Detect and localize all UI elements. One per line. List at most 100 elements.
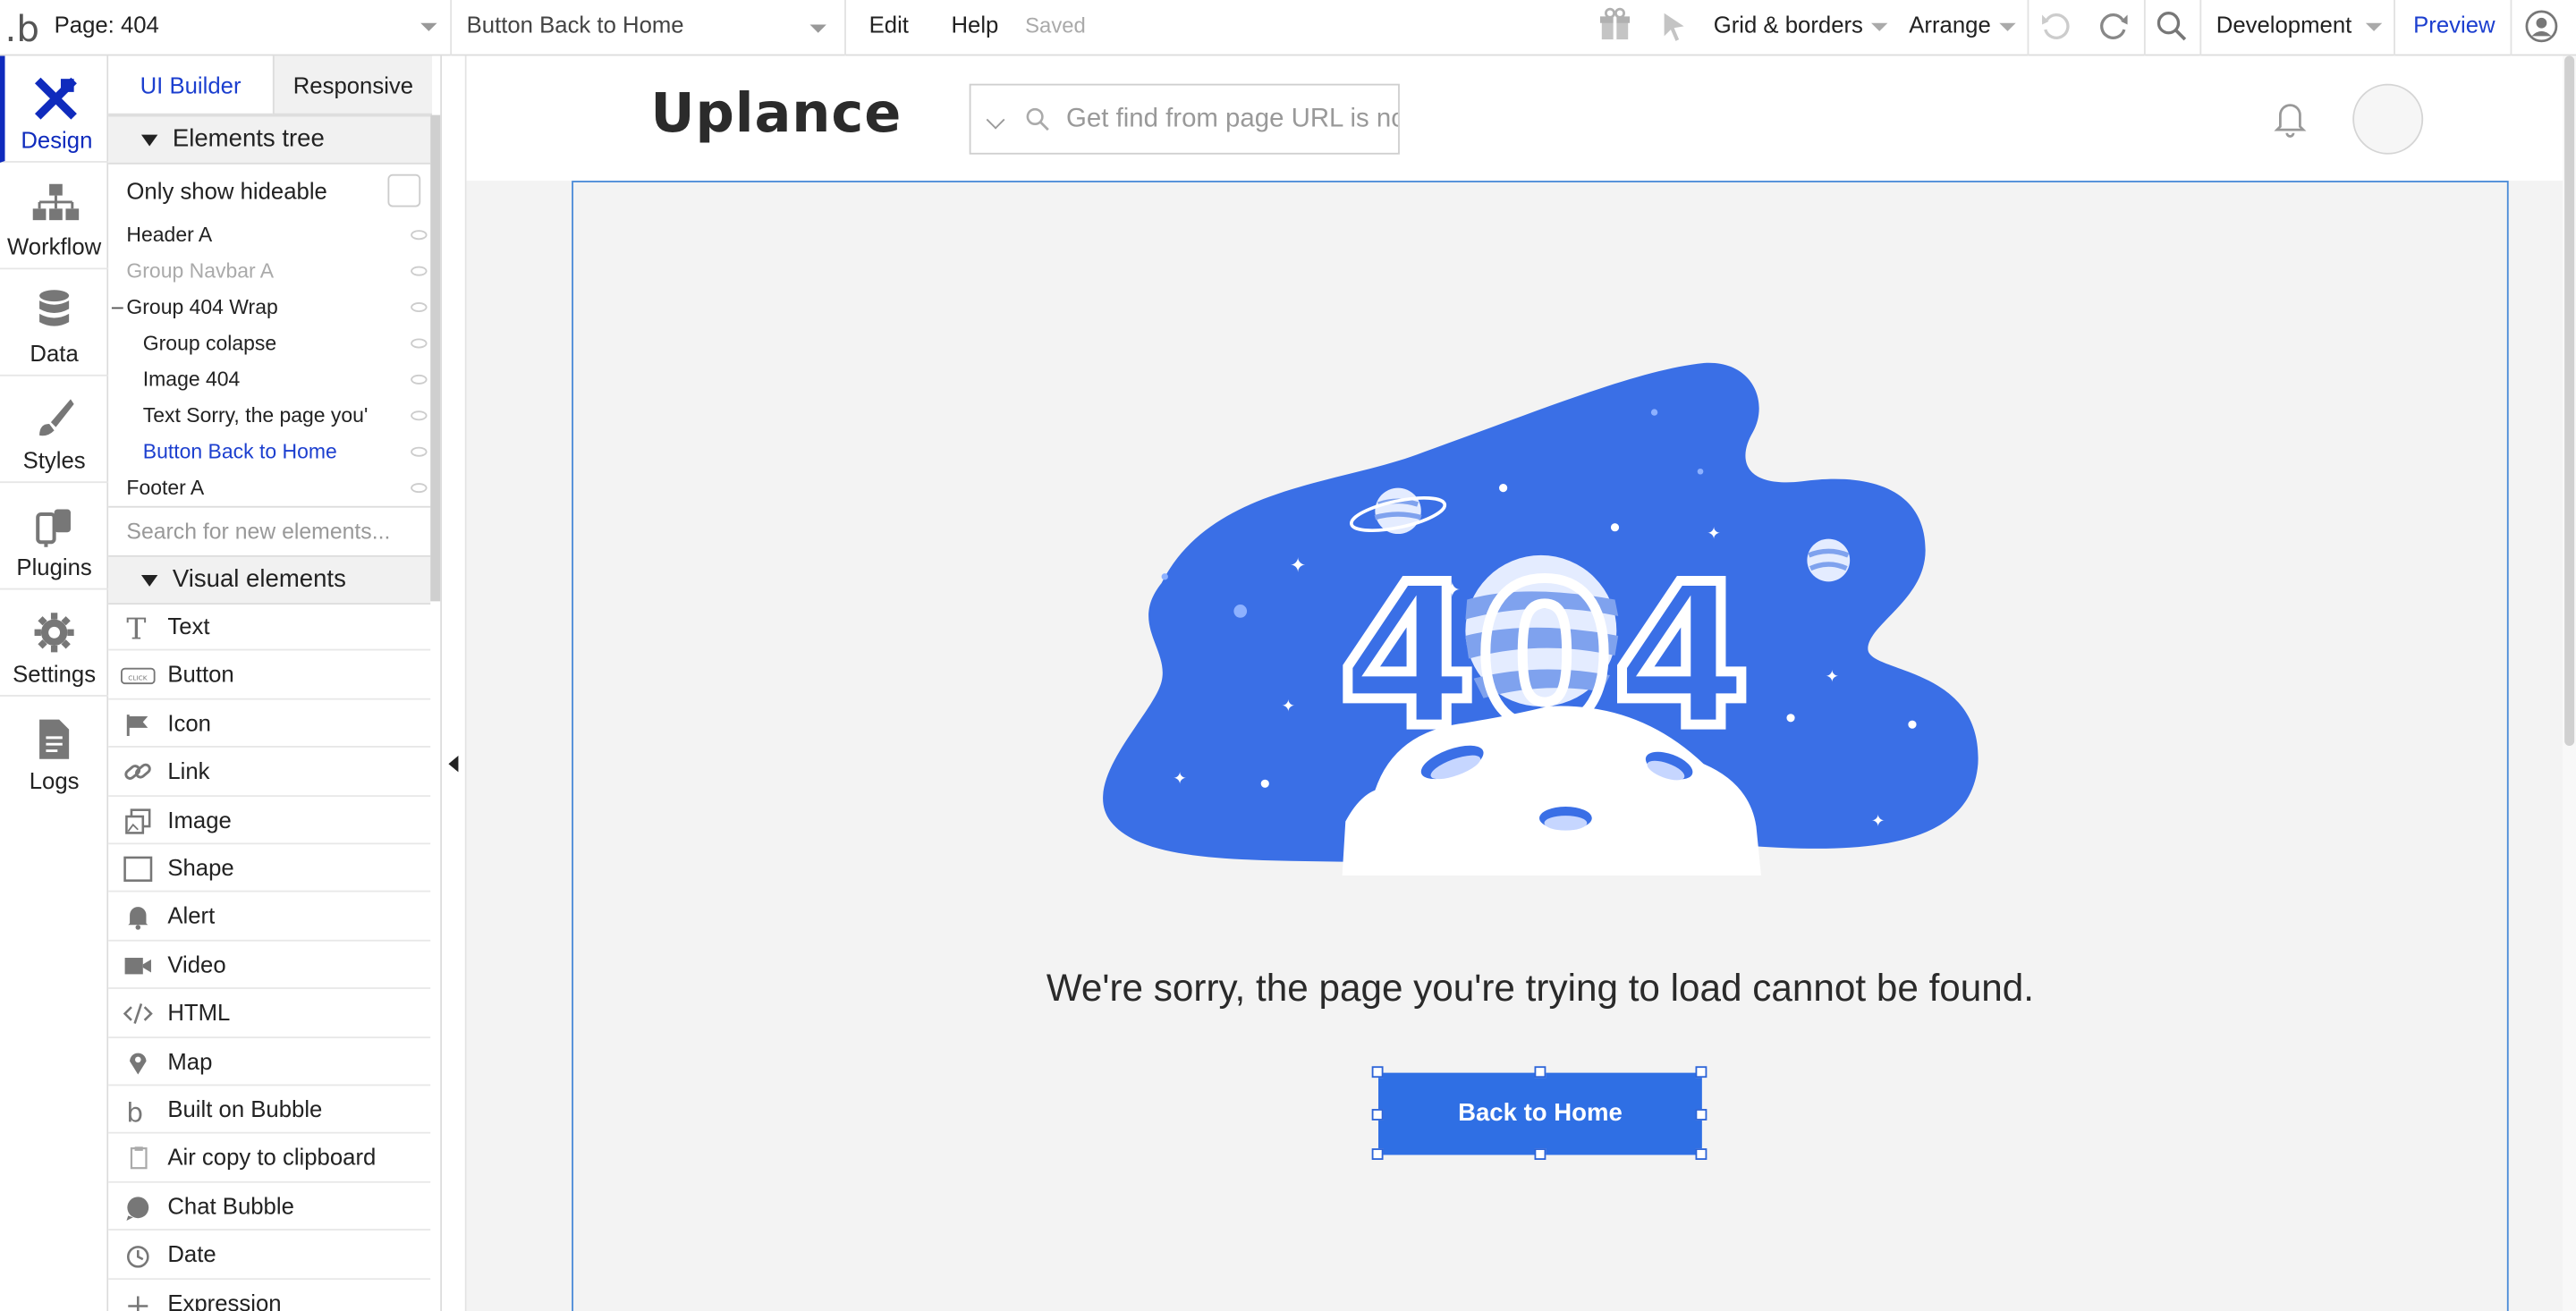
resize-handle[interactable] — [1534, 1066, 1546, 1078]
plus-icon — [128, 1295, 148, 1311]
tab-data[interactable]: Data — [0, 269, 109, 376]
visual-element-label: Map — [167, 1047, 213, 1074]
search-icon[interactable] — [2156, 10, 2189, 43]
resize-handle[interactable] — [1371, 1109, 1384, 1121]
svg-text:.b: .b — [5, 8, 38, 47]
resize-handle[interactable] — [1534, 1148, 1546, 1160]
resize-handle[interactable] — [1371, 1066, 1384, 1078]
visual-element-icon[interactable]: Icon — [108, 699, 431, 749]
svg-text:CLICK: CLICK — [128, 674, 147, 682]
search-elements-input[interactable]: Search for new elements... — [108, 505, 431, 555]
menu-help[interactable]: Help — [951, 0, 998, 55]
resize-handle[interactable] — [1695, 1109, 1707, 1121]
visibility-eye-icon[interactable] — [411, 266, 428, 276]
tree-item-label: Button Back to Home — [142, 440, 337, 464]
visual-elements-title: Visual elements — [172, 564, 346, 594]
visual-element-expression[interactable]: Expression — [108, 1279, 430, 1311]
tree-item-group-colapse[interactable]: Group colapse — [108, 326, 430, 361]
tab-logs[interactable]: Logs — [0, 697, 108, 803]
arrange-menu[interactable]: Arrange — [1909, 0, 1990, 55]
gift-icon[interactable] — [1597, 6, 1632, 42]
tab-styles[interactable]: Styles — [0, 376, 109, 484]
elements-tree-header[interactable]: Elements tree — [108, 114, 431, 165]
site-logo[interactable]: Uplance — [650, 80, 902, 145]
tab-settings[interactable]: Settings — [0, 590, 109, 697]
visibility-eye-icon[interactable] — [411, 338, 428, 349]
tab-data-label: Data — [30, 340, 79, 367]
shape-icon — [123, 856, 153, 882]
visual-element-text[interactable]: T Text — [108, 603, 431, 652]
redo-icon[interactable] — [2098, 10, 2131, 43]
tab-settings-label: Settings — [13, 660, 97, 687]
visual-element-alert[interactable]: Alert — [108, 892, 431, 942]
tree-item-header-a[interactable]: Header A — [108, 216, 430, 252]
page-search-field[interactable]: Get find from page URL is not — [969, 83, 1400, 155]
account-icon[interactable] — [2525, 10, 2558, 43]
bell-icon — [128, 907, 148, 931]
visual-element-date[interactable]: Date — [108, 1231, 431, 1280]
visibility-eye-icon[interactable] — [411, 410, 428, 421]
svg-text:✦: ✦ — [1871, 812, 1885, 831]
bubble-logo-icon[interactable]: .b — [5, 8, 38, 47]
panel-scrollbar[interactable] — [430, 114, 441, 602]
page-canvas: Uplance Get find from page URL is not ✦ … — [466, 55, 2576, 1311]
tab-design[interactable]: Design — [0, 55, 109, 163]
menu-edit[interactable]: Edit — [869, 0, 909, 55]
back-to-home-button[interactable]: Back to Home — [1378, 1072, 1702, 1155]
tree-item-footer-a[interactable]: Footer A — [108, 469, 430, 505]
visibility-eye-icon[interactable] — [411, 230, 428, 241]
resize-handle[interactable] — [1695, 1148, 1707, 1160]
notification-bell-icon[interactable] — [2272, 98, 2308, 138]
tree-item-image-404[interactable]: Image 404 — [108, 361, 430, 397]
element-selector[interactable]: Button Back to Home — [467, 0, 684, 55]
visual-element-air-copy[interactable]: Air copy to clipboard — [108, 1134, 431, 1183]
visual-element-image[interactable]: Image — [108, 796, 431, 845]
page-selector[interactable]: Page: 404 — [55, 0, 159, 55]
visual-elements-header[interactable]: Visual elements — [108, 554, 431, 605]
tree-item-button-back-to-home[interactable]: Button Back to Home — [108, 434, 430, 469]
only-show-hideable-checkbox[interactable] — [387, 173, 421, 207]
visibility-eye-icon[interactable] — [411, 374, 428, 385]
environment-selector[interactable]: Development — [2216, 0, 2352, 55]
visual-element-button[interactable]: CLICK Button — [108, 651, 431, 700]
avatar[interactable] — [2352, 83, 2424, 155]
visual-element-video[interactable]: Video — [108, 941, 431, 990]
chat-icon — [126, 1196, 149, 1221]
chevron-down-icon — [986, 110, 1005, 130]
visual-element-label: HTML — [167, 999, 231, 1026]
canvas-scrollbar-track[interactable] — [2563, 55, 2576, 1311]
tree-item-text-sorry[interactable]: Text Sorry, the page you' — [108, 398, 430, 434]
visual-element-chat-bubble[interactable]: Chat Bubble — [108, 1182, 431, 1231]
resize-handle[interactable] — [1371, 1148, 1384, 1160]
tab-ui-builder[interactable]: UI Builder — [108, 55, 273, 115]
gear-icon — [34, 613, 74, 653]
visual-element-html[interactable]: HTML — [108, 989, 431, 1038]
undo-icon[interactable] — [2038, 10, 2072, 43]
tree-item-group-navbar-a[interactable]: Group Navbar A — [108, 253, 430, 289]
visibility-eye-icon[interactable] — [411, 446, 428, 457]
tab-plugins[interactable]: Plugins — [0, 483, 109, 590]
visual-element-built-on-bubble[interactable]: b Built on Bubble — [108, 1086, 431, 1135]
tab-responsive[interactable]: Responsive — [272, 55, 433, 115]
clock-icon — [126, 1246, 149, 1269]
collapse-panel-arrow-icon[interactable] — [448, 756, 459, 773]
canvas-scrollbar-thumb[interactable] — [2564, 55, 2575, 747]
visual-element-link[interactable]: Link — [108, 748, 431, 797]
visual-element-shape[interactable]: Shape — [108, 844, 431, 893]
arrange-chevron-icon[interactable] — [1999, 22, 2016, 31]
visibility-eye-icon[interactable] — [411, 302, 428, 313]
grid-borders-chevron-icon[interactable] — [1871, 22, 1888, 31]
visibility-eye-icon[interactable] — [411, 483, 428, 494]
tree-item-group-404-wrap[interactable]: Group 404 Wrap — [108, 289, 430, 325]
grid-borders-menu[interactable]: Grid & borders — [1714, 0, 1863, 55]
tab-workflow[interactable]: Workflow — [0, 163, 109, 270]
element-selector-chevron-icon[interactable] — [809, 24, 826, 33]
cursor-icon[interactable] — [1659, 10, 1689, 43]
page-selector-chevron-icon[interactable] — [420, 22, 437, 31]
resize-handle[interactable] — [1695, 1066, 1707, 1078]
visual-element-map[interactable]: Map — [108, 1037, 431, 1087]
svg-text:✦: ✦ — [1290, 554, 1306, 577]
environment-chevron-icon[interactable] — [2365, 22, 2383, 31]
preview-button[interactable]: Preview — [2413, 0, 2495, 55]
collapse-minus-icon[interactable] — [111, 307, 123, 309]
